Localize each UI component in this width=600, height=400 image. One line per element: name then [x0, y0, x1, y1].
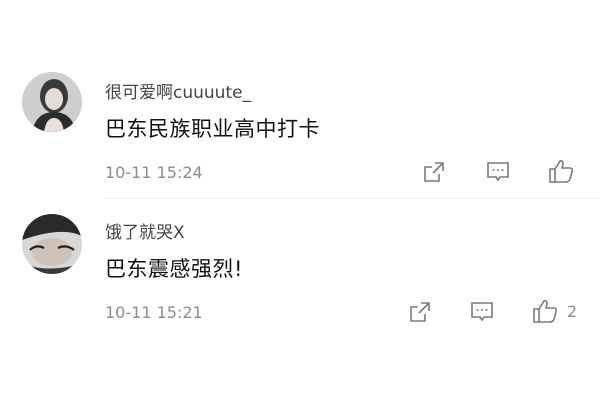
avatar[interactable] — [22, 214, 82, 274]
thumbs-up-icon — [533, 300, 558, 323]
share-icon — [410, 302, 430, 322]
like-button[interactable]: 2 — [531, 297, 577, 325]
like-count: 2 — [567, 301, 578, 321]
comment-item: 饿了就哭X 巴东震感强烈! 10-11 15:21 2 — [0, 0, 600, 400]
reply-button[interactable] — [469, 300, 495, 324]
comment-text: 巴东震感强烈! — [105, 257, 243, 281]
share-button[interactable] — [408, 300, 432, 324]
comment-username[interactable]: 饿了就哭X — [105, 218, 185, 243]
comment-icon — [471, 302, 493, 322]
comment-timestamp: 10-11 15:21 — [105, 303, 203, 322]
